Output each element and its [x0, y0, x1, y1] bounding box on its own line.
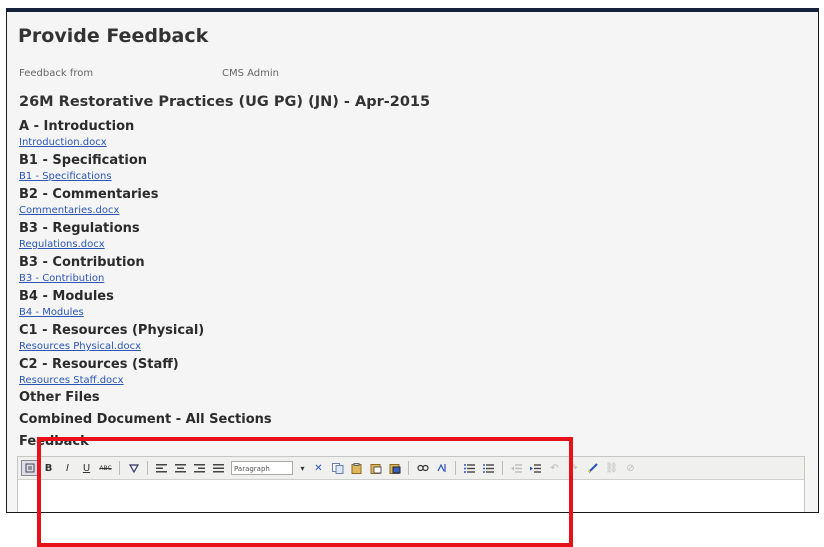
combined-document-heading: Combined Document - All Sections [19, 412, 272, 427]
paste-word-button[interactable] [386, 460, 403, 476]
chevron-down-icon[interactable]: ▾ [297, 461, 308, 475]
bullet-list-icon [464, 463, 475, 473]
section-heading: B3 - Regulations [19, 221, 140, 236]
feedback-rich-text-editor[interactable]: B I U ABC Paragraph ▾ ✕ ↶ ↷ ⛓ ⊘ [17, 456, 805, 512]
bold-button[interactable]: B [40, 460, 57, 476]
paste-text-button[interactable] [367, 460, 384, 476]
align-justify-button[interactable] [210, 460, 227, 476]
numbered-list-icon [483, 463, 494, 473]
undo-icon: ↶ [550, 462, 559, 474]
section-b3-contribution: B3 - Contribution B3 - Contribution [19, 254, 204, 288]
paste-word-icon [389, 463, 400, 474]
section-file-link[interactable]: Resources Staff.docx [19, 374, 204, 387]
align-left-icon [156, 463, 167, 472]
section-b4-modules: B4 - Modules B4 - Modules [19, 288, 204, 322]
find-icon [416, 464, 429, 472]
bullet-list-button[interactable] [461, 460, 478, 476]
toolbar-divider [119, 461, 120, 475]
align-justify-icon [213, 463, 224, 472]
underline-button[interactable]: U [78, 460, 95, 476]
cut-icon: ✕ [314, 462, 323, 474]
section-file-link[interactable]: Commentaries.docx [19, 204, 204, 217]
cut-button[interactable]: ✕ [310, 460, 327, 476]
link-button[interactable]: ⛓ [603, 460, 620, 476]
section-file-link[interactable]: Resources Physical.docx [19, 340, 204, 353]
cleanup-icon [587, 463, 598, 473]
section-heading: B1 - Specification [19, 153, 148, 168]
toolbar-divider [455, 461, 456, 475]
align-right-icon [194, 463, 205, 472]
editor-toolbar: B I U ABC Paragraph ▾ ✕ ↶ ↷ ⛓ ⊘ [18, 457, 804, 480]
redo-icon: ↷ [569, 462, 578, 474]
section-file-link[interactable]: B1 - Specifications [19, 170, 204, 183]
section-b2-commentaries: B2 - Commentaries Commentaries.docx [19, 186, 204, 220]
section-file-link[interactable]: Introduction.docx [19, 136, 204, 149]
strikethrough-button[interactable]: ABC [97, 460, 114, 476]
other-files-heading: Other Files [19, 390, 100, 405]
cleanup-button[interactable] [584, 460, 601, 476]
feedback-from-value: CMS Admin [222, 68, 280, 79]
clear-format-icon [128, 464, 139, 473]
section-b3-regulations: B3 - Regulations Regulations.docx [19, 220, 204, 254]
align-center-icon [175, 463, 186, 472]
indent-icon [530, 463, 541, 473]
section-file-link[interactable]: B3 - Contribution [19, 272, 204, 285]
outdent-icon [511, 463, 522, 473]
page-title: Provide Feedback [18, 25, 209, 47]
section-file-link[interactable]: Regulations.docx [19, 238, 204, 251]
feedback-from-label: Feedback from [19, 68, 94, 79]
numbered-list-button[interactable] [480, 460, 497, 476]
link-icon: ⛓ [605, 462, 618, 474]
course-title: 26M Restorative Practices (UG PG) (JN) -… [19, 94, 431, 110]
section-heading: B3 - Contribution [19, 255, 145, 270]
paste-button[interactable] [348, 460, 365, 476]
source-view-button[interactable] [21, 460, 38, 476]
format-select[interactable]: Paragraph [231, 461, 293, 475]
align-right-button[interactable] [191, 460, 208, 476]
sections-list: A - Introduction Introduction.docx B1 - … [19, 118, 204, 390]
section-heading: C1 - Resources (Physical) [19, 323, 205, 338]
italic-button[interactable]: I [59, 460, 76, 476]
clear-format-button[interactable] [125, 460, 142, 476]
toolbar-divider [408, 461, 409, 475]
section-heading: B4 - Modules [19, 289, 114, 304]
find-button[interactable] [414, 460, 431, 476]
section-c1-resources-physical: C1 - Resources (Physical) Resources Phys… [19, 322, 204, 356]
redo-button[interactable]: ↷ [565, 460, 582, 476]
feedback-heading: Feedback [19, 434, 89, 449]
copy-button[interactable] [329, 460, 346, 476]
paste-icon [351, 462, 361, 474]
toolbar-divider [147, 461, 148, 475]
editor-text-area[interactable] [18, 480, 804, 512]
copy-icon [331, 462, 343, 474]
toolbar-divider [502, 461, 503, 475]
unlink-button[interactable]: ⊘ [622, 460, 639, 476]
feedback-from-row: Feedback from CMS Admin [19, 68, 279, 79]
unlink-icon: ⊘ [626, 462, 635, 474]
align-center-button[interactable] [172, 460, 189, 476]
undo-button[interactable]: ↶ [546, 460, 563, 476]
indent-button[interactable] [527, 460, 544, 476]
align-left-button[interactable] [153, 460, 170, 476]
feedback-panel: Provide Feedback Feedback from CMS Admin… [6, 8, 819, 513]
paste-text-icon [370, 463, 381, 474]
section-b1-specification: B1 - Specification B1 - Specifications [19, 152, 204, 186]
outdent-button[interactable] [508, 460, 525, 476]
section-a-introduction: A - Introduction Introduction.docx [19, 118, 204, 152]
replace-button[interactable] [433, 460, 450, 476]
replace-icon [436, 463, 446, 472]
section-heading: B2 - Commentaries [19, 187, 159, 202]
section-heading: A - Introduction [19, 119, 135, 134]
section-heading: C2 - Resources (Staff) [19, 357, 179, 372]
source-icon [25, 463, 34, 473]
section-c2-resources-staff: C2 - Resources (Staff) Resources Staff.d… [19, 356, 204, 390]
section-file-link[interactable]: B4 - Modules [19, 306, 204, 319]
